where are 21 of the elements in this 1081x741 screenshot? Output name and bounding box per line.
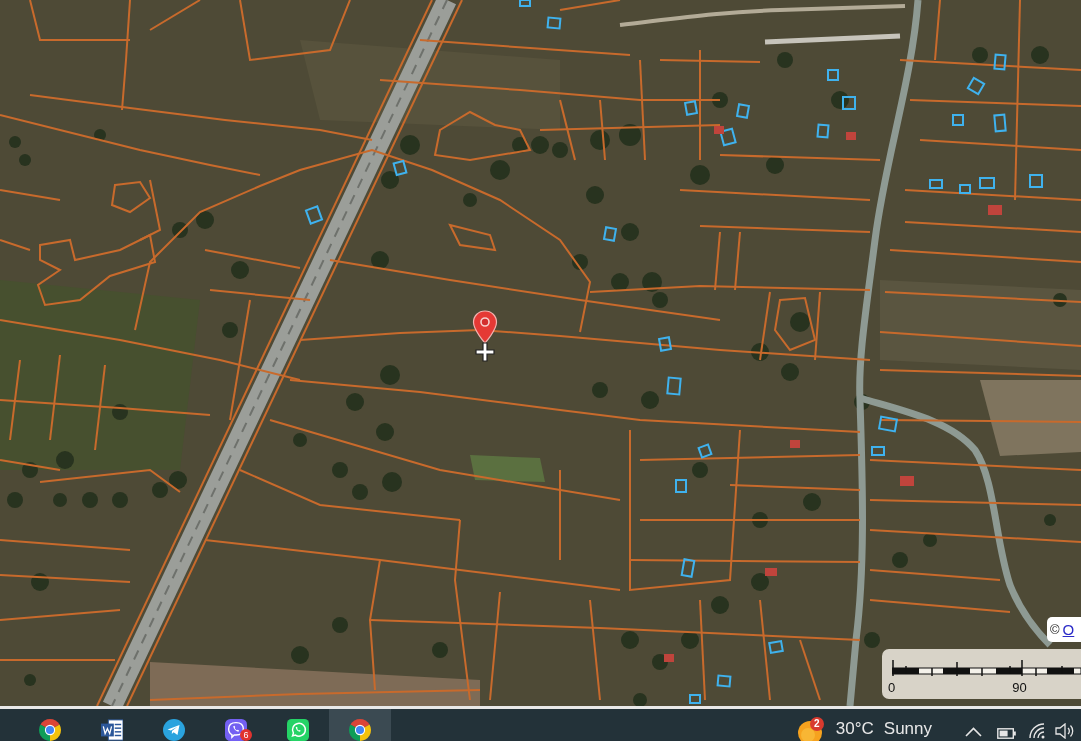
phone-bubble-icon (225, 719, 247, 741)
scale-label: 0 (888, 680, 896, 695)
scale-label: 90 (1012, 680, 1027, 695)
temperature-text[interactable]: 30°C (835, 718, 874, 740)
document-icon (101, 719, 123, 741)
scale-bar-icon (892, 660, 1081, 676)
taskbar-app-button[interactable] (329, 709, 391, 741)
attribution-link[interactable]: O (1062, 621, 1075, 638)
battery-icon[interactable] (997, 728, 1016, 739)
taskbar-app-button[interactable]: 6 (205, 709, 267, 741)
chat-phone-icon (287, 719, 309, 741)
browser-icon (349, 719, 371, 741)
crosshair-icon (475, 342, 495, 362)
wifi-icon[interactable] (1028, 723, 1046, 739)
speaker-icon[interactable] (1055, 723, 1075, 739)
chevron-up-icon[interactable] (965, 727, 982, 737)
paper-plane-icon (163, 719, 185, 741)
map-pin-icon (472, 310, 498, 344)
browser-icon (39, 719, 61, 741)
copyright-symbol: © (1050, 622, 1060, 637)
weather-condition-text[interactable]: Sunny (883, 718, 932, 740)
